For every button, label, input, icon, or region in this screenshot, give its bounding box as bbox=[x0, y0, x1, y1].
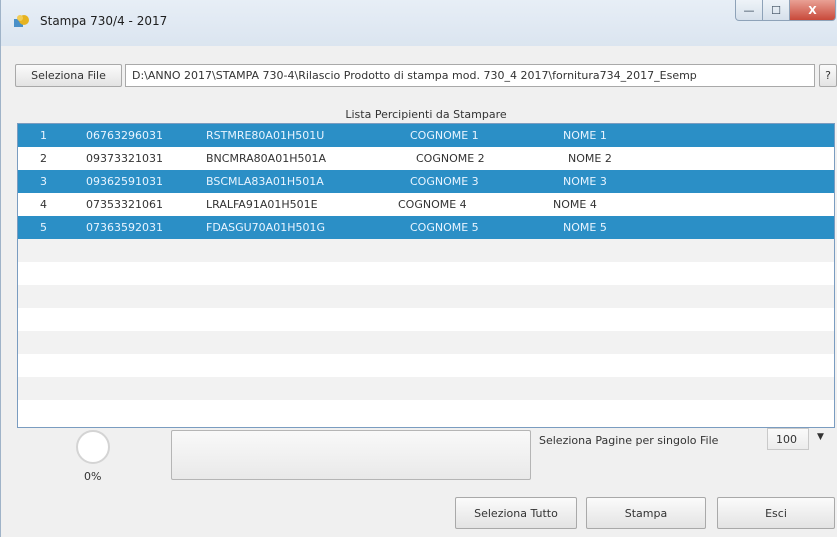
row-number: 3 bbox=[40, 175, 47, 188]
row-name: NOME 2 bbox=[568, 152, 612, 165]
row-tax-code: BNCMRA80A01H501A bbox=[206, 152, 326, 165]
row-surname: COGNOME 1 bbox=[410, 129, 479, 142]
row-number: 2 bbox=[40, 152, 47, 165]
row-id: 06763296031 bbox=[86, 129, 163, 142]
minimize-button[interactable]: — bbox=[735, 0, 763, 21]
row-number: 5 bbox=[40, 221, 47, 234]
row-name: NOME 1 bbox=[563, 129, 607, 142]
window-title: Stampa 730/4 - 2017 bbox=[40, 14, 168, 28]
empty-row bbox=[18, 239, 834, 262]
row-id: 09373321031 bbox=[86, 152, 163, 165]
row-surname: COGNOME 4 bbox=[398, 198, 467, 211]
empty-row bbox=[18, 262, 834, 285]
progress-bar bbox=[171, 430, 531, 480]
row-surname: COGNOME 2 bbox=[416, 152, 485, 165]
row-tax-code: FDASGU70A01H501G bbox=[206, 221, 325, 234]
app-icon bbox=[14, 15, 29, 27]
exit-button[interactable]: Esci bbox=[717, 497, 835, 529]
list-title: Lista Percipienti da Stampare bbox=[345, 108, 507, 121]
list-row[interactable]: 1 06763296031 RSTMRE80A01H501U COGNOME 1… bbox=[18, 124, 834, 147]
row-name: NOME 3 bbox=[563, 175, 607, 188]
row-tax-code: BSCMLA83A01H501A bbox=[206, 175, 324, 188]
print-button[interactable]: Stampa bbox=[586, 497, 706, 529]
empty-row bbox=[18, 331, 834, 354]
window-controls: — ☐ X bbox=[735, 0, 836, 22]
list-row[interactable]: 4 07353321061 LRALFA91A01H501E COGNOME 4… bbox=[18, 193, 834, 216]
select-all-button[interactable]: Seleziona Tutto bbox=[455, 497, 577, 529]
list-row[interactable]: 2 09373321031 BNCMRA80A01H501A COGNOME 2… bbox=[18, 147, 834, 170]
row-name: NOME 4 bbox=[553, 198, 597, 211]
row-tax-code: RSTMRE80A01H501U bbox=[206, 129, 325, 142]
maximize-button[interactable]: ☐ bbox=[763, 0, 790, 21]
print-730-window: Stampa 730/4 - 2017 — ☐ X Seleziona File… bbox=[0, 0, 837, 537]
progress-ring bbox=[76, 430, 110, 464]
select-file-button[interactable]: Seleziona File bbox=[15, 64, 122, 87]
row-name: NOME 5 bbox=[563, 221, 607, 234]
empty-row bbox=[18, 400, 834, 423]
empty-row bbox=[18, 308, 834, 331]
row-surname: COGNOME 5 bbox=[410, 221, 479, 234]
chevron-down-icon[interactable]: ▼ bbox=[817, 432, 824, 442]
empty-row bbox=[18, 377, 834, 400]
progress-percent: 0% bbox=[84, 470, 102, 483]
file-path-field[interactable]: D:\ANNO 2017\STAMPA 730-4\Rilascio Prodo… bbox=[125, 64, 815, 87]
file-selection-row: Seleziona File D:\ANNO 2017\STAMPA 730-4… bbox=[15, 64, 837, 87]
pages-per-file-select[interactable]: 100 bbox=[767, 428, 809, 450]
pages-per-file-label: Seleziona Pagine per singolo File bbox=[539, 434, 719, 447]
empty-row bbox=[18, 354, 834, 377]
row-id: 07363592031 bbox=[86, 221, 163, 234]
row-number: 1 bbox=[40, 129, 47, 142]
row-tax-code: LRALFA91A01H501E bbox=[206, 198, 318, 211]
row-surname: COGNOME 3 bbox=[410, 175, 479, 188]
help-button[interactable]: ? bbox=[819, 64, 837, 87]
row-id: 07353321061 bbox=[86, 198, 163, 211]
title-bar: Stampa 730/4 - 2017 — ☐ X bbox=[1, 0, 837, 46]
list-row[interactable]: 3 09362591031 BSCMLA83A01H501A COGNOME 3… bbox=[18, 170, 834, 193]
recipients-list[interactable]: 1 06763296031 RSTMRE80A01H501U COGNOME 1… bbox=[17, 123, 835, 428]
list-row[interactable]: 5 07363592031 FDASGU70A01H501G COGNOME 5… bbox=[18, 216, 834, 239]
row-id: 09362591031 bbox=[86, 175, 163, 188]
row-number: 4 bbox=[40, 198, 47, 211]
empty-row bbox=[18, 285, 834, 308]
close-button[interactable]: X bbox=[790, 0, 836, 21]
